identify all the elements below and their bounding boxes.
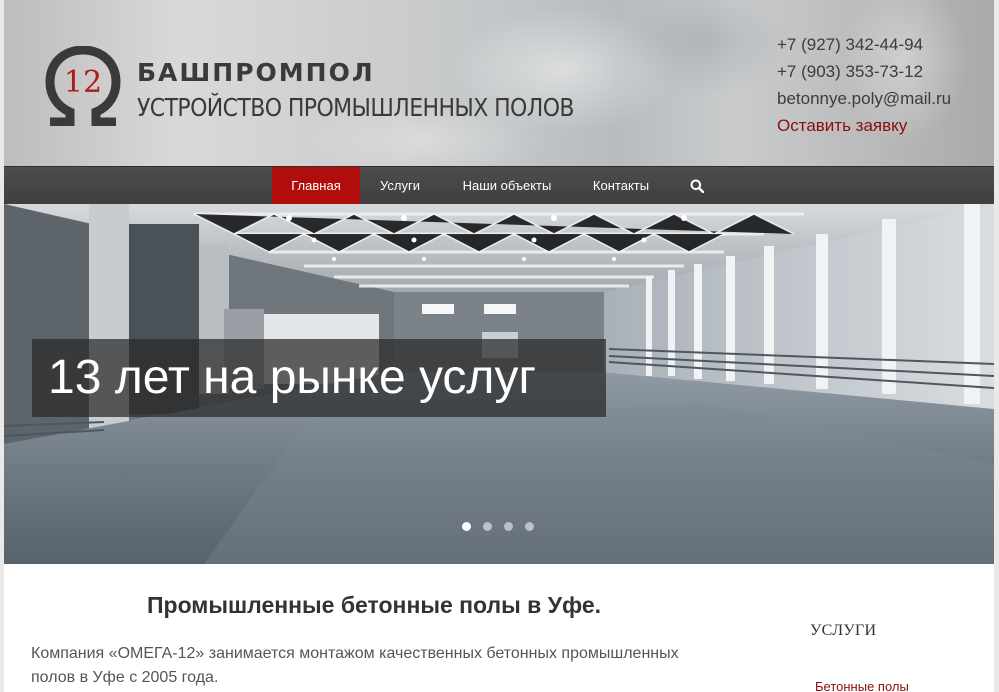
slider-dot[interactable] <box>504 522 513 531</box>
logo-number: 12 <box>64 65 102 100</box>
nav-item-services[interactable]: Услуги <box>366 167 434 204</box>
slide-caption: 13 лет на рынке услуг <box>32 339 606 417</box>
intro-text: Компания «ОМЕГА-12» занимается монтажом … <box>31 645 679 686</box>
phone-2[interactable]: +7 (903) 353-73-12 <box>777 61 951 88</box>
brand-name: БАШПРОМПОЛ <box>137 58 375 87</box>
sidebar-title: УСЛУГИ <box>810 622 877 639</box>
hero-slider[interactable]: 13 лет на рынке услуг <box>4 204 994 564</box>
omega-logo-icon: 12 <box>45 46 121 126</box>
slider-dot[interactable] <box>462 522 471 531</box>
page: 12 БАШПРОМПОЛ УСТРОЙСТВО ПРОМЫШЛЕННЫХ ПО… <box>4 0 994 692</box>
site-header: 12 БАШПРОМПОЛ УСТРОЙСТВО ПРОМЫШЛЕННЫХ ПО… <box>4 0 994 166</box>
slider-dot[interactable] <box>525 522 534 531</box>
nav-item-contacts[interactable]: Контакты <box>582 167 660 204</box>
slider-dot[interactable] <box>483 522 492 531</box>
nav-item-home[interactable]: Главная <box>272 167 360 204</box>
main-nav: Главная Услуги Наши объекты Контакты <box>4 166 994 204</box>
email-link[interactable]: betonnye.poly@mail.ru <box>777 88 951 115</box>
header-contacts: +7 (927) 342-44-94 +7 (903) 353-73-12 be… <box>777 34 951 142</box>
brand-tagline: УСТРОЙСТВО ПРОМЫШЛЕННЫХ ПОЛОВ <box>137 94 575 123</box>
search-icon[interactable] <box>690 179 704 193</box>
phone-1[interactable]: +7 (927) 342-44-94 <box>777 34 951 61</box>
sidebar-item-concrete-floors[interactable]: Бетонные полы <box>815 679 909 692</box>
page-title: Промышленные бетонные полы в Уфе. <box>146 592 602 618</box>
request-link[interactable]: Оставить заявку <box>777 115 951 142</box>
nav-item-projects[interactable]: Наши объекты <box>452 167 562 204</box>
